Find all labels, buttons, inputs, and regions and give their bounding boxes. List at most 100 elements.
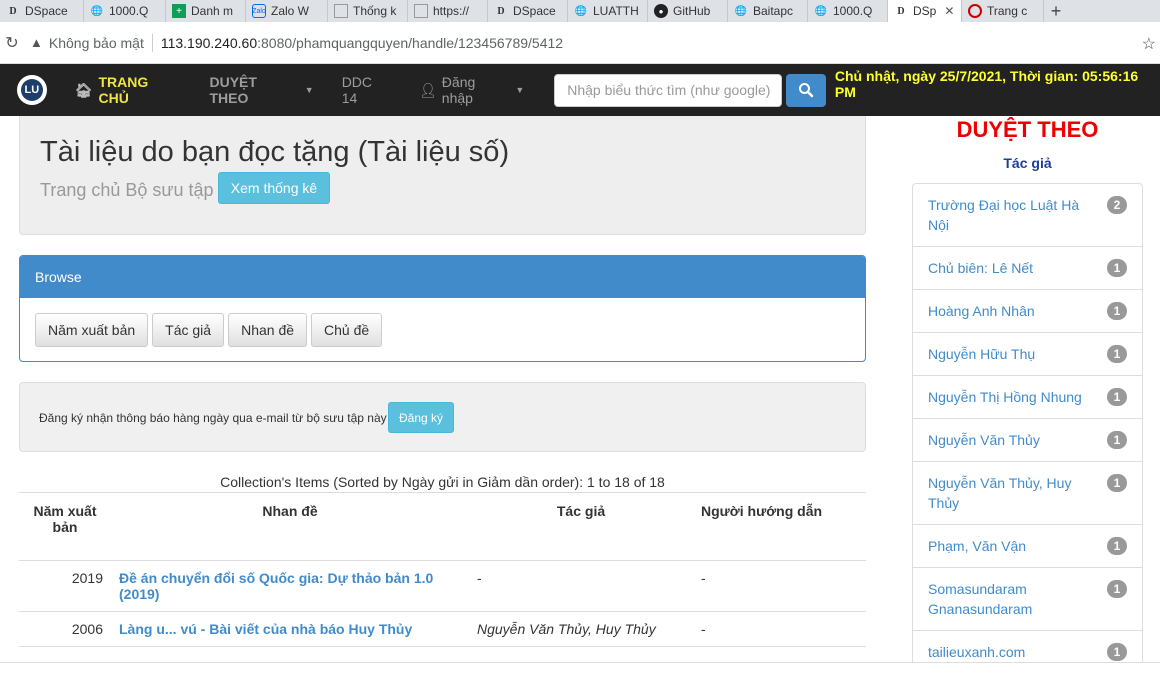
browser-tab[interactable]: https:// (408, 0, 488, 22)
page-bottom-edge (0, 662, 1160, 675)
address-bar[interactable]: ↻ ▲ Không bảo mật 113.190.240.60:8080/ph… (0, 22, 1160, 64)
item-title-cell: Làng u... vú - Bài viết của nhà báo Huy … (111, 611, 469, 647)
url-text[interactable]: 113.190.240.60:8080/phamquangquyen/handl… (161, 35, 563, 51)
count-badge: 1 (1107, 431, 1127, 449)
red-logo-icon (968, 4, 982, 18)
search-button[interactable] (786, 73, 826, 107)
browse-by-title-button[interactable]: Nhan đề (228, 313, 308, 347)
browser-tab-active[interactable]: D DSp ✕ (888, 0, 962, 22)
count-badge: 1 (1107, 345, 1127, 363)
doc-icon (334, 4, 348, 18)
globe-icon: 🌐 (814, 5, 828, 17)
count-badge: 1 (1107, 259, 1127, 277)
author-facet-item[interactable]: Nguyễn Thị Hồng Nhung 1 (913, 376, 1142, 419)
count-badge: 1 (1107, 474, 1127, 492)
browse-by-author-button[interactable]: Tác giả (152, 313, 225, 347)
breadcrumb[interactable]: Trang chủ Bộ sưu tập (40, 180, 213, 201)
bookmark-star-icon[interactable]: ☆ (1142, 34, 1156, 54)
count-badge: 1 (1107, 580, 1127, 598)
author-facet-list: Trường Đại học Luật Hà Nội 2 Chủ biên: Lê… (912, 183, 1143, 674)
author-facet-item[interactable]: Somasundaram Gnanasundaram 1 (913, 568, 1142, 631)
nav-home[interactable]: 🏠︎ TRANG CHỦ (75, 74, 182, 106)
subscribe-text: Đăng ký nhận thông báo hàng ngày qua e-m… (39, 411, 387, 425)
subscribe-box: Đăng ký nhận thông báo hàng ngày qua e-m… (19, 382, 866, 452)
browser-tab[interactable]: 🌐 LUATTH (568, 0, 648, 22)
insecure-label[interactable]: Không bảo mật (49, 35, 144, 51)
caret-down-icon: ▼ (515, 85, 525, 95)
browse-panel: Browse Năm xuất bản Tác giả Nhan đề Chủ … (19, 255, 866, 362)
user-icon: 👤︎ (419, 81, 437, 98)
globe-icon: 🌐 (90, 5, 104, 17)
reload-icon[interactable]: ↻ (0, 33, 24, 53)
browser-tab[interactable]: 🌐 1000.Q (84, 0, 166, 22)
count-badge: 1 (1107, 537, 1127, 555)
item-year: 2006 (19, 611, 111, 647)
browser-tab[interactable]: Trang c (962, 0, 1044, 22)
date-time-clock: Chủ nhật, ngày 25/7/2021, Thời gian: 05:… (834, 68, 1139, 100)
sheets-icon: + (172, 4, 186, 18)
browser-tab[interactable]: Zalo Zalo W (246, 0, 328, 22)
browser-tab[interactable]: D DSpace (488, 0, 568, 22)
count-badge: 1 (1107, 388, 1127, 406)
page-title: Tài liệu do bạn đọc tặng (Tài liệu số) (40, 136, 510, 168)
sidebar-subtitle: Tác giả (1003, 155, 1052, 171)
new-tab-button[interactable]: + (1044, 0, 1068, 22)
browser-tab-bar: D DSpace 🌐 1000.Q + Danh m Zalo Zalo W Thống… (0, 0, 1160, 22)
zalo-icon: Zalo (252, 4, 266, 18)
sidebar-title: DUYỆT THEO (956, 117, 1099, 142)
items-sort-summary: Collection's Items (Sorted by Ngày gửi i… (220, 474, 665, 490)
author-facet-item[interactable]: Phạm, Văn Vận 1 (913, 525, 1142, 568)
count-badge: 1 (1107, 643, 1127, 661)
site-navbar: LU 🏠︎ TRANG CHỦ DUYỆT THEO ▼ DDC 14 👤︎ Đăng… (0, 64, 1160, 116)
nav-login-dropdown[interactable]: 👤︎ Đăng nhập ▼ (419, 74, 524, 106)
browse-by-year-button[interactable]: Năm xuất bản (35, 313, 149, 347)
item-title-link[interactable]: Làng u... vú - Bài viết của nhà báo Huy … (119, 621, 412, 637)
dspace-icon: D (497, 5, 505, 17)
item-author: - (469, 560, 693, 612)
warning-icon[interactable]: ▲ (30, 35, 43, 50)
browser-tab[interactable]: 🌐 1000.Q (808, 0, 888, 22)
items-table: Năm xuất bản Nhan đề Tác giả Người hướng… (19, 492, 866, 647)
nav-ddc[interactable]: DDC 14 (342, 74, 391, 106)
dspace-icon: D (9, 5, 17, 17)
doc-icon (414, 4, 428, 18)
browser-tab[interactable]: 🌐 Baitapc (728, 0, 808, 22)
close-tab-icon[interactable]: ✕ (944, 4, 954, 18)
globe-icon: 🌐 (734, 5, 748, 17)
globe-icon: 🌐 (574, 5, 588, 17)
caret-down-icon: ▼ (304, 85, 314, 95)
author-facet-item[interactable]: Hoàng Anh Nhân 1 (913, 290, 1142, 333)
github-icon: ● (654, 4, 668, 18)
browser-tab[interactable]: + Danh m (166, 0, 246, 22)
author-facet-item[interactable]: Trường Đại học Luật Hà Nội 2 (913, 184, 1142, 247)
browse-by-subject-button[interactable]: Chủ đề (311, 313, 383, 347)
column-header-year[interactable]: Năm xuất bản (19, 492, 111, 561)
table-row: 2006 Làng u... vú - Bài viết của nhà báo… (19, 611, 866, 647)
browser-tab[interactable]: ● GitHub (648, 0, 728, 22)
view-statistics-button[interactable]: Xem thống kê (218, 172, 330, 204)
home-icon: 🏠︎ (74, 81, 93, 98)
subscribe-button[interactable]: Đăng ký (388, 402, 454, 433)
table-row: 2019 Đề án chuyển đổi số Quốc gia: Dự th… (19, 560, 866, 612)
dspace-icon: D (897, 5, 905, 17)
column-header-title[interactable]: Nhan đề (111, 492, 469, 561)
item-title-link[interactable]: Đề án chuyển đổi số Quốc gia: Dự thảo bả… (119, 570, 433, 602)
item-year: 2019 (19, 560, 111, 612)
count-badge: 2 (1107, 196, 1127, 214)
divider (151, 33, 153, 52)
author-facet-item[interactable]: Nguyễn Hữu Thụ 1 (913, 333, 1142, 376)
search-input[interactable]: Nhập biểu thức tìm (như google) (554, 73, 783, 107)
browser-tab[interactable]: Thống k (328, 0, 408, 22)
column-header-advisor[interactable]: Người hướng dẫn (693, 492, 866, 561)
author-facet-item[interactable]: Chủ biên: Lê Nết 1 (913, 247, 1142, 290)
browse-panel-heading: Browse (20, 256, 865, 298)
item-advisor: - (693, 560, 866, 612)
nav-browse-dropdown[interactable]: DUYỆT THEO ▼ (210, 74, 314, 106)
item-advisor: - (693, 611, 866, 647)
site-logo[interactable]: LU (17, 75, 47, 105)
browser-tab[interactable]: D DSpace (0, 0, 84, 22)
author-facet-item[interactable]: Nguyễn Văn Thủy, Huy Thủy 1 (913, 462, 1142, 525)
collection-header: Tài liệu do bạn đọc tặng (Tài liệu số) T… (19, 116, 866, 235)
author-facet-item[interactable]: Nguyễn Văn Thủy 1 (913, 419, 1142, 462)
column-header-author[interactable]: Tác giả (469, 492, 693, 561)
